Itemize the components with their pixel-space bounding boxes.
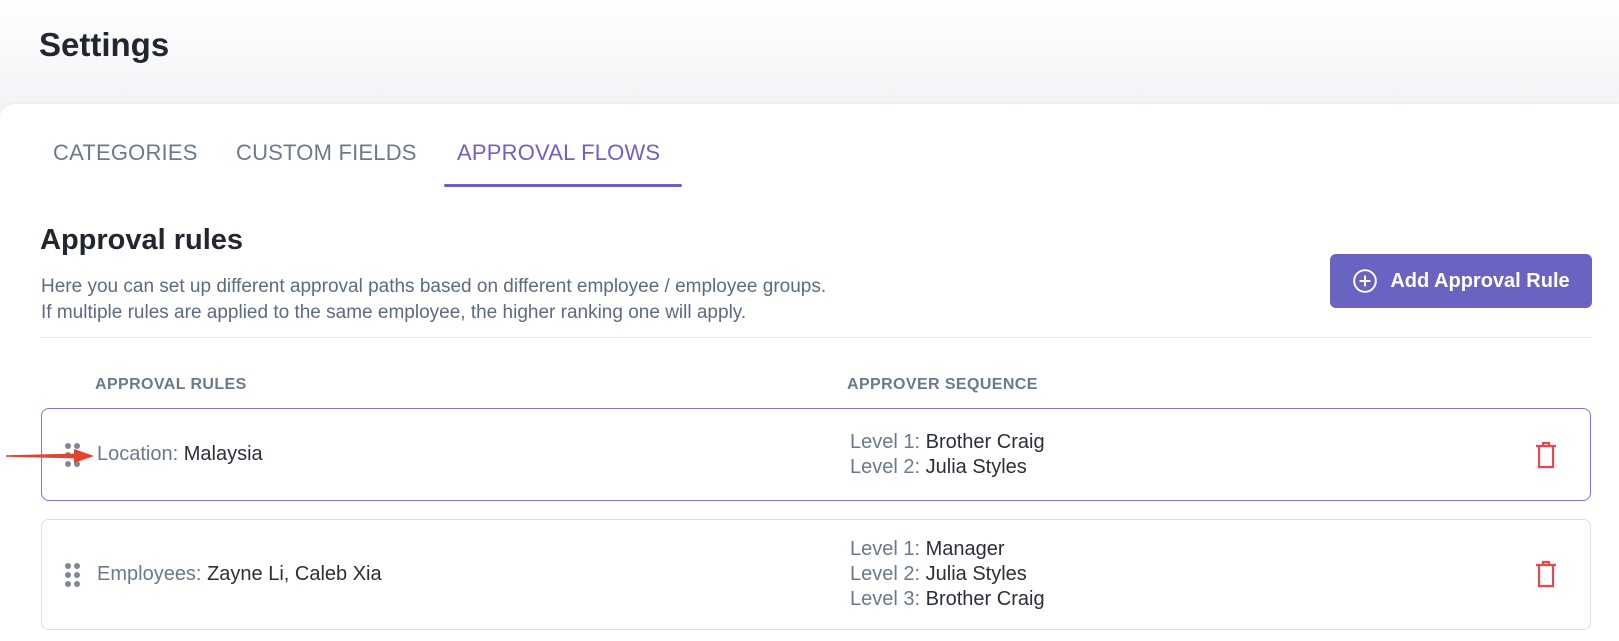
rule-value: Zayne Li, Caleb Xia xyxy=(207,563,382,585)
column-header-approver-sequence: APPROVER SEQUENCE xyxy=(847,376,1038,393)
approver-name: Brother Craig xyxy=(925,588,1045,610)
annotation-arrow-icon xyxy=(6,449,94,463)
rule-condition: Employees: Zayne Li, Caleb Xia xyxy=(97,563,382,586)
add-approval-rule-button[interactable]: Add Approval Rule xyxy=(1330,254,1592,308)
approver-level: Level 3: Brother Craig xyxy=(850,587,1045,612)
approver-level: Level 2: Julia Styles xyxy=(850,562,1045,587)
approval-rule-row[interactable]: Employees: Zayne Li, Caleb Xia Level 1: … xyxy=(41,519,1591,630)
column-header-approval-rules: APPROVAL RULES xyxy=(95,376,247,393)
section-description: Here you can set up different approval p… xyxy=(41,274,826,326)
plus-circle-icon xyxy=(1353,269,1378,293)
page-title: Settings xyxy=(39,26,170,63)
rule-key: Location: xyxy=(97,443,179,465)
section-title: Approval rules xyxy=(40,224,244,256)
description-line: Here you can set up different approval p… xyxy=(41,276,827,297)
level-label: Level 3: xyxy=(850,588,921,610)
active-tab-indicator xyxy=(444,184,682,187)
description-line: If multiple rules are applied to the sam… xyxy=(41,302,747,323)
level-label: Level 2: xyxy=(850,456,921,478)
approver-sequence: Level 1: Brother Craig Level 2: Julia St… xyxy=(850,430,1045,480)
approver-level: Level 1: Manager xyxy=(850,537,1045,562)
approver-level: Level 2: Julia Styles xyxy=(850,455,1045,480)
approver-level: Level 1: Brother Craig xyxy=(850,430,1045,455)
approver-name: Manager xyxy=(925,538,1005,560)
approval-rule-row[interactable]: Location: Malaysia Level 1: Brother Crai… xyxy=(41,408,1591,501)
trash-icon[interactable] xyxy=(1535,441,1557,469)
tab-approval-flows[interactable]: APPROVAL FLOWS xyxy=(457,140,660,166)
tab-bar: CATEGORIES CUSTOM FIELDS APPROVAL FLOWS xyxy=(0,104,1619,190)
approver-sequence: Level 1: Manager Level 2: Julia Styles L… xyxy=(850,537,1045,612)
approver-name: Julia Styles xyxy=(925,456,1027,478)
rule-key: Employees: xyxy=(97,563,202,585)
divider xyxy=(40,337,1592,338)
approver-name: Brother Craig xyxy=(925,431,1045,453)
tab-categories[interactable]: CATEGORIES xyxy=(53,140,198,166)
level-label: Level 2: xyxy=(850,563,921,585)
approver-name: Julia Styles xyxy=(925,563,1027,585)
tab-custom-fields[interactable]: CUSTOM FIELDS xyxy=(236,140,417,166)
trash-icon[interactable] xyxy=(1535,560,1557,588)
drag-handle-icon[interactable] xyxy=(65,563,81,587)
level-label: Level 1: xyxy=(850,431,921,453)
rule-condition: Location: Malaysia xyxy=(97,443,263,466)
rule-value: Malaysia xyxy=(183,443,263,465)
level-label: Level 1: xyxy=(850,538,921,560)
settings-card: CATEGORIES CUSTOM FIELDS APPROVAL FLOWS … xyxy=(0,104,1619,641)
add-approval-rule-label: Add Approval Rule xyxy=(1390,269,1570,292)
top-bar: Settings xyxy=(0,0,1619,110)
